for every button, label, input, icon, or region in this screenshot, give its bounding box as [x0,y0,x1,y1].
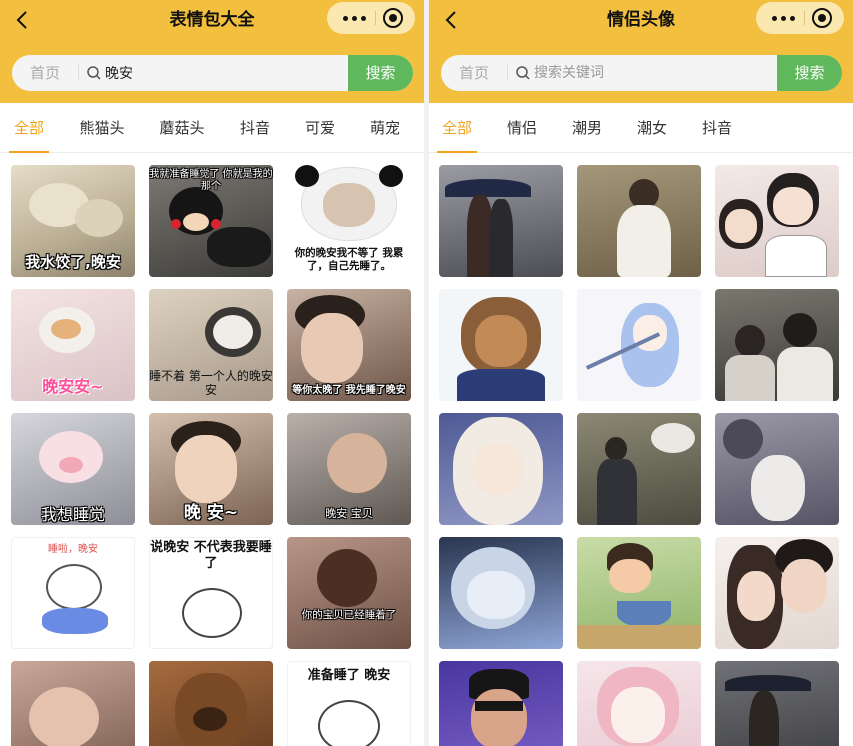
tile-caption: 晚安安~ [42,377,104,396]
more-dots-icon[interactable] [766,2,800,34]
tile-caption: 睡不着 第一个人的晚安安 [149,369,273,398]
emoji-tile[interactable] [149,661,273,746]
avatar-tile[interactable] [715,661,839,746]
avatar-tile[interactable] [715,289,839,401]
tab-panda-head[interactable]: 熊猫头 [78,103,126,153]
search-icon [87,66,101,80]
emoji-tile[interactable]: 我就准备睡觉了 你就是我的那个 [149,165,273,277]
tab-mushroom-head[interactable]: 蘑菇头 [158,103,206,153]
emoji-tile[interactable]: 晚安安~ [11,289,135,401]
emoji-tile[interactable]: 晚安 宝贝 [287,413,411,525]
tile-caption: 等你太晚了 我先睡了晚安 [292,385,406,396]
avatar-tile[interactable] [715,537,839,649]
avatar-tile[interactable] [439,413,563,525]
search-button[interactable]: 搜索 [348,55,413,91]
avatar-tile[interactable] [439,165,563,277]
tile-caption: 你的晚安我不等了 我累了，自己先睡了。 [294,247,404,272]
emoji-tile[interactable]: 等你太晚了 我先睡了晚安 [287,289,411,401]
tab-pets[interactable]: 萌宠 [369,103,401,153]
search-bar: 首页 搜索 [12,55,413,91]
tile-caption: 我就准备睡觉了 你就是我的那个 [149,169,273,192]
avatar-tile[interactable] [439,661,563,746]
tile-caption: 我水饺了,晚安 [25,253,121,271]
emoji-tile[interactable]: 我想睡觉 [11,413,135,525]
search-input[interactable] [105,55,345,91]
search-input[interactable] [534,55,774,91]
more-dots-icon[interactable] [337,2,371,34]
tile-caption: 说晚安 不代表我要睡了 [150,540,272,571]
tab-douyin[interactable]: 抖音 [701,103,733,153]
avatar-tile[interactable] [439,289,563,401]
tile-caption: 晚安 宝贝 [325,507,373,520]
emoji-pack-screen: 表情包大全 首页 搜索 全部 熊猫头 蘑菇头 抖音 可爱 萌宠 我水饺了,晚安 [0,0,424,746]
emoji-tile[interactable]: 你的晚安我不等了 我累了，自己先睡了。 [287,165,411,277]
tab-trendy-female[interactable]: 潮女 [636,103,668,153]
emoji-tile[interactable] [11,661,135,746]
category-tabs: 全部 熊猫头 蘑菇头 抖音 可爱 萌宠 [0,103,424,153]
tile-caption: 准备睡了 晚安 [307,668,391,683]
header: 情侣头像 首页 搜索 [429,0,853,103]
emoji-tile[interactable]: 晚 安~ [149,413,273,525]
emoji-tile[interactable]: 我水饺了,晚安 [11,165,135,277]
tab-cute[interactable]: 可爱 [304,103,336,153]
search-icon [516,66,530,80]
tile-caption: 晚 安~ [183,503,239,523]
capsule-divider [804,11,805,25]
category-tabs: 全部 情侣 潮男 潮女 抖音 [429,103,853,153]
avatar-tile[interactable] [577,165,701,277]
tab-douyin[interactable]: 抖音 [239,103,271,153]
search-bar: 首页 搜索 [441,55,842,91]
tile-caption: 我想睡觉 [40,505,105,524]
avatar-tile[interactable] [439,537,563,649]
capsule-divider [375,11,376,25]
emoji-tile[interactable]: 睡不着 第一个人的晚安安 [149,289,273,401]
search-divider [507,65,508,81]
avatar-tile[interactable] [577,537,701,649]
avatar-tile[interactable] [577,289,701,401]
tab-all[interactable]: 全部 [437,103,477,153]
home-link[interactable]: 首页 [441,55,507,91]
emoji-tile[interactable]: 准备睡了 晚安 [287,661,411,746]
avatar-tile[interactable] [577,661,701,746]
avatar-tile[interactable] [715,165,839,277]
tab-trendy-male[interactable]: 潮男 [571,103,603,153]
mini-program-capsule [756,2,844,34]
emoji-tile[interactable]: 睡啦，晚安 [11,537,135,649]
avatar-tile[interactable] [715,413,839,525]
search-divider [78,65,79,81]
couple-avatar-screen: 情侣头像 首页 搜索 全部 情侣 潮男 潮女 抖音 [429,0,853,746]
tab-couple[interactable]: 情侣 [506,103,538,153]
tab-all[interactable]: 全部 [9,103,49,153]
emoji-tile[interactable]: 说晚安 不代表我要睡了 [149,537,273,649]
search-button[interactable]: 搜索 [777,55,842,91]
home-link[interactable]: 首页 [12,55,78,91]
tile-caption: 你的宝贝已经睡着了 [301,609,397,621]
header: 表情包大全 首页 搜索 [0,0,424,103]
target-circle-icon[interactable] [812,8,832,28]
avatar-tile[interactable] [577,413,701,525]
emoji-tile[interactable]: 你的宝贝已经睡着了 [287,537,411,649]
target-circle-icon[interactable] [383,8,403,28]
tile-caption: 睡啦，晚安 [48,544,98,555]
mini-program-capsule [327,2,415,34]
